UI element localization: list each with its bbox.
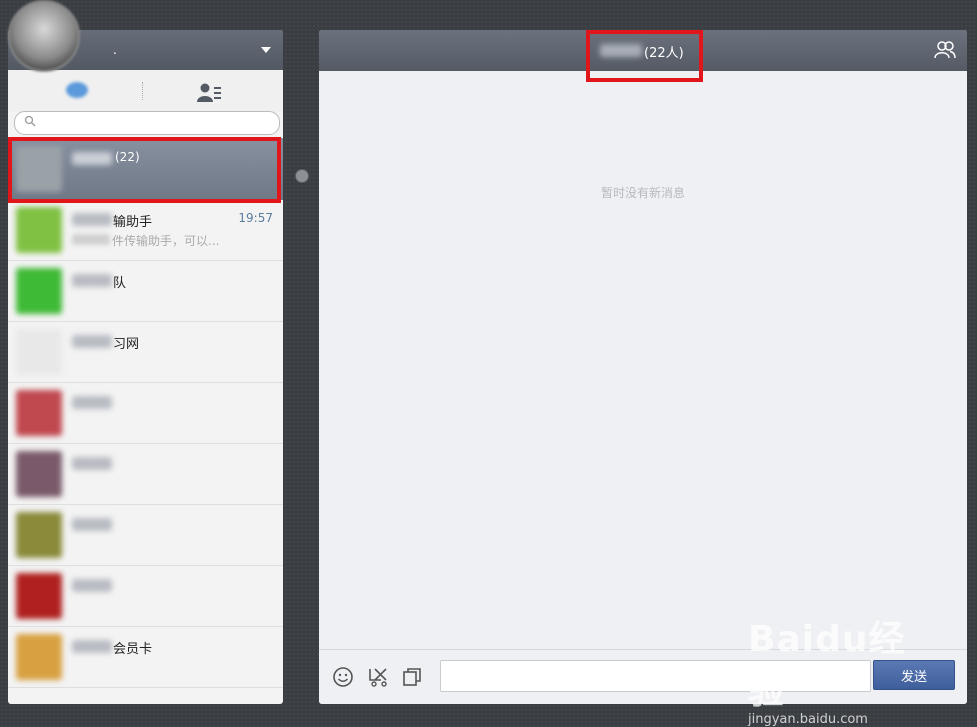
message-input[interactable] xyxy=(440,660,871,692)
chat-bubble-icon xyxy=(66,82,88,98)
chat-avatar xyxy=(16,573,62,619)
chat-name: 队 xyxy=(113,276,127,291)
chat-avatar xyxy=(16,634,62,680)
chat-name-redacted xyxy=(72,396,112,409)
chat-title-name xyxy=(600,44,642,57)
emoji-icon[interactable] xyxy=(332,666,354,688)
chat-header: (22人) xyxy=(319,30,967,71)
chat-name: (22) xyxy=(115,150,140,164)
chat-name-redacted xyxy=(72,152,112,165)
chat-list-item[interactable]: 输助手件传输助手，可以... 19:57 xyxy=(8,199,283,261)
chat-list-item[interactable] xyxy=(8,443,283,505)
chat-list-item[interactable]: (22) xyxy=(8,138,283,200)
chat-avatar xyxy=(16,207,62,253)
chat-time: 19:57 xyxy=(238,211,273,225)
empty-message-text: 暂时没有新消息 xyxy=(600,186,685,200)
tab-divider xyxy=(142,82,143,100)
chat-avatar xyxy=(16,268,62,314)
panel-splitter-handle[interactable] xyxy=(295,169,309,183)
chat-avatar xyxy=(16,329,62,375)
chat-list-item[interactable]: 会员卡 xyxy=(8,626,283,688)
search-icon xyxy=(24,115,36,127)
chat-member-count: (22人) xyxy=(644,46,684,61)
conversation-sidebar: . (22) 输助手件传输助手，可以... 19:57 队习网会员卡 xyxy=(8,30,283,704)
chat-name-redacted xyxy=(72,457,112,470)
chat-name-redacted xyxy=(72,518,112,531)
menu-caret-icon[interactable] xyxy=(261,47,271,53)
chat-name-redacted xyxy=(72,335,112,348)
chat-name-redacted xyxy=(72,274,112,287)
watermark-url: jingyan.baidu.com xyxy=(748,712,868,727)
chat-list-item[interactable] xyxy=(8,565,283,627)
chat-avatar xyxy=(16,512,62,558)
chat-list-item[interactable] xyxy=(8,504,283,566)
contacts-icon xyxy=(197,83,221,102)
chat-list-item[interactable]: 习网 xyxy=(8,321,283,383)
sidebar-tabs xyxy=(8,70,283,112)
chat-name: 会员卡 xyxy=(113,642,153,657)
message-input-bar: 发送 xyxy=(319,649,967,704)
chat-name-redacted xyxy=(72,579,112,592)
chat-avatar xyxy=(16,390,62,436)
group-members-icon[interactable] xyxy=(933,40,957,60)
user-name[interactable]: . xyxy=(113,43,117,57)
chat-preview-redacted xyxy=(72,234,110,245)
tab-chats[interactable] xyxy=(66,82,92,102)
tab-contacts[interactable] xyxy=(197,82,223,104)
file-icon[interactable] xyxy=(401,666,423,688)
chat-name: 输助手 xyxy=(113,215,153,230)
chat-preview: 件传输助手，可以... xyxy=(112,234,220,248)
search-input[interactable] xyxy=(14,111,280,135)
chat-list-item[interactable]: 队 xyxy=(8,260,283,322)
chat-list-item[interactable] xyxy=(8,382,283,444)
send-button[interactable]: 发送 xyxy=(873,660,955,690)
profile-avatar[interactable] xyxy=(8,0,80,72)
chat-window: (22人) 暂时没有新消息 发送 xyxy=(319,30,967,704)
screenshot-icon[interactable] xyxy=(367,666,389,688)
chat-name-redacted xyxy=(72,213,112,226)
chat-avatar xyxy=(16,146,62,192)
chat-avatar xyxy=(16,451,62,497)
chat-name-redacted xyxy=(72,640,112,653)
chat-name: 习网 xyxy=(113,337,140,352)
